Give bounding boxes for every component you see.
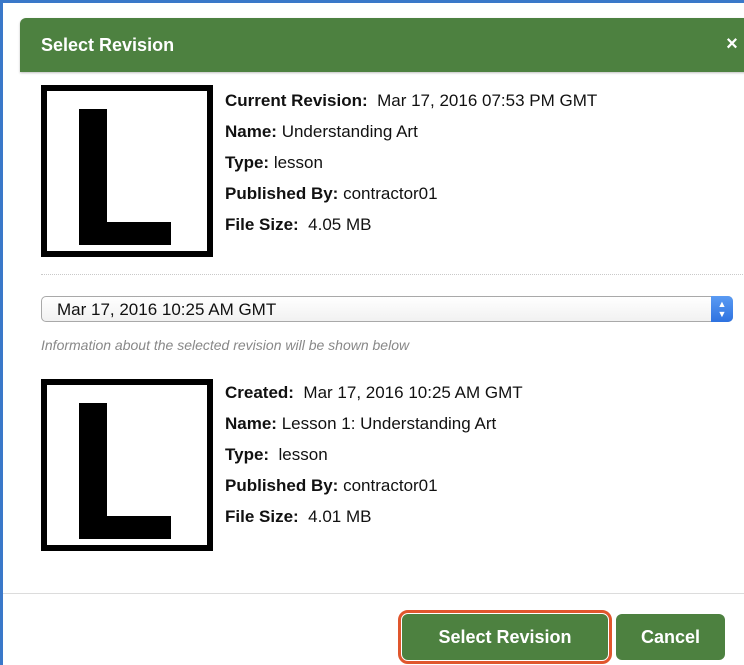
select-revision-button[interactable]: Select Revision [398, 610, 612, 664]
current-file-size-row: File Size: 4.05 MB [225, 215, 372, 234]
selected-name-value: Lesson 1: Understanding Art [281, 414, 497, 433]
selected-created-row: Created: Mar 17, 2016 10:25 AM GMT [225, 383, 523, 402]
current-name-value: Understanding Art [281, 122, 418, 141]
selected-type-row: Type: lesson [225, 445, 328, 464]
selected-created-value: Mar 17, 2016 10:25 AM GMT [303, 383, 523, 402]
lesson-letter-icon [79, 403, 107, 516]
selected-file-size-row: File Size: 4.01 MB [225, 507, 372, 526]
current-revision-date-row: Current Revision: Mar 17, 2016 07:53 PM … [225, 91, 598, 110]
footer-divider [3, 593, 744, 594]
selected-type-value: lesson [278, 445, 328, 464]
selected-published-by-value: contractor01 [343, 476, 438, 495]
selected-revision-info: Created: Mar 17, 2016 10:25 AM GMT Name:… [225, 383, 523, 538]
current-revision-thumbnail [41, 85, 213, 257]
selected-name-row: Name: Lesson 1: Understanding Art [225, 414, 497, 433]
selected-file-size-value: 4.01 MB [308, 507, 372, 526]
close-icon[interactable]: × [723, 33, 741, 55]
dialog-header: Select Revision × [20, 18, 744, 72]
select-arrows-icon[interactable]: ▲ ▼ [711, 296, 733, 322]
revision-select-value: Mar 17, 2016 10:25 AM GMT [57, 300, 277, 319]
lesson-letter-icon [79, 109, 107, 222]
revision-select[interactable]: Mar 17, 2016 10:25 AM GMT ▲ ▼ [41, 296, 733, 322]
section-divider [41, 274, 744, 275]
cancel-button[interactable]: Cancel [616, 614, 725, 660]
current-revision-date: Mar 17, 2016 07:53 PM GMT [377, 91, 598, 110]
current-type-value: lesson [273, 153, 323, 172]
current-file-size-value: 4.05 MB [308, 215, 372, 234]
dialog-title: Select Revision [41, 35, 175, 55]
current-name-row: Name: Understanding Art [225, 122, 418, 141]
revision-helper-text: Information about the selected revision … [41, 337, 410, 353]
current-type-row: Type: lesson [225, 153, 323, 172]
current-published-by-value: contractor01 [343, 184, 438, 203]
current-revision-info: Current Revision: Mar 17, 2016 07:53 PM … [225, 91, 597, 246]
select-revision-dialog: Select Revision × Current Revision: Mar … [0, 0, 744, 665]
current-published-by-row: Published By: contractor01 [225, 184, 438, 203]
selected-published-by-row: Published By: contractor01 [225, 476, 438, 495]
selected-revision-thumbnail [41, 379, 213, 551]
